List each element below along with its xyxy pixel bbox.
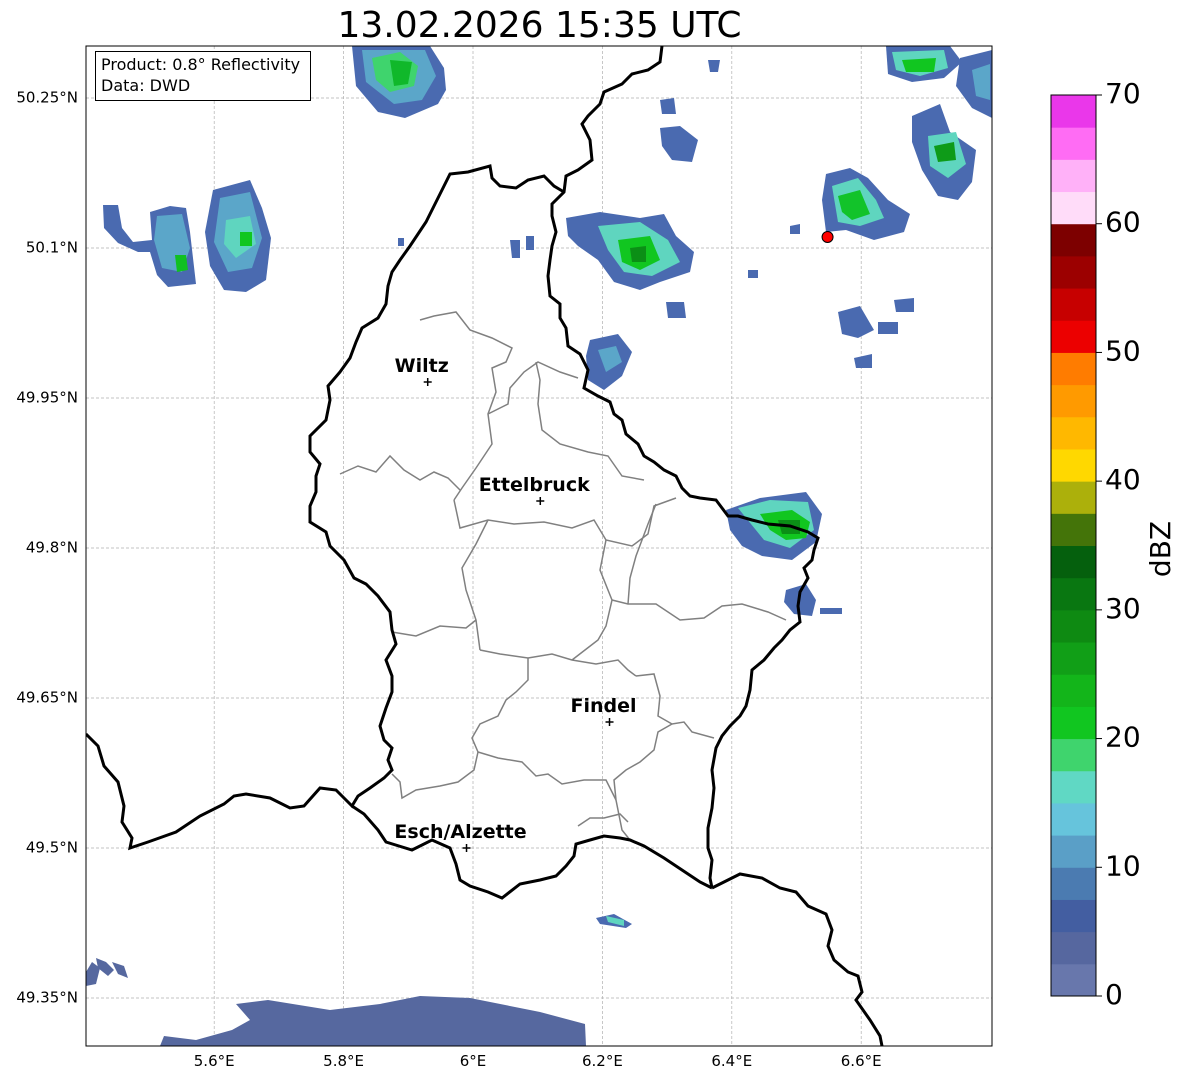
lon-tick-label: 6°E [460, 1052, 487, 1070]
colorbar [1050, 94, 1097, 997]
colorbar-segment [1051, 545, 1096, 579]
lat-tick-label: 49.5°N [26, 839, 78, 857]
city-label: Wiltz [395, 355, 449, 377]
radar-site-marker [821, 231, 834, 243]
colorbar-label: dBZ [1144, 521, 1177, 577]
colorbar-segment [1051, 255, 1096, 289]
colorbar-segment [1051, 223, 1096, 257]
colorbar-segment [1051, 384, 1096, 418]
colorbar-segment [1051, 577, 1096, 611]
colorbar-tick-label: 30 [1105, 592, 1141, 625]
colorbar-segment [1051, 481, 1096, 514]
colorbar-segment [1051, 770, 1096, 804]
colorbar-segment [1051, 738, 1096, 772]
colorbar-segment [1051, 352, 1096, 386]
city-label: Ettelbruck [479, 474, 590, 496]
lon-tick-label: 5.6°E [194, 1052, 235, 1070]
data-source-text: Data: DWD [101, 76, 191, 95]
longitude-ticks: 5.6°E 5.8°E 6°E 6.2°E 6.4°E 6.6°E [194, 1052, 882, 1070]
colorbar-tick-label: 50 [1105, 334, 1141, 367]
lon-tick-label: 6.4°E [711, 1052, 752, 1070]
lat-tick-label: 49.95°N [16, 389, 78, 407]
colorbar-segment [1051, 416, 1096, 450]
colorbar-segment [1051, 706, 1096, 740]
lat-tick-label: 49.65°N [16, 689, 78, 707]
colorbar-tick-label: 60 [1105, 206, 1141, 239]
colorbar-segment [1051, 320, 1096, 353]
colorbar-segment [1051, 802, 1096, 836]
colorbar-segment [1051, 899, 1096, 933]
lon-tick-label: 6.2°E [582, 1052, 623, 1070]
lat-tick-label: 50.25°N [16, 89, 78, 107]
colorbar-segment [1051, 867, 1096, 900]
colorbar-segment [1051, 642, 1096, 675]
product-text: Product: 0.8° Reflectivity [101, 55, 301, 74]
colorbar-segment [1051, 159, 1096, 193]
colorbar-segment [1051, 288, 1096, 321]
city-label: Esch/Alzette [394, 821, 526, 843]
latitude-ticks: 50.25°N 50.1°N 49.95°N 49.8°N 49.65°N 49.5°N 4… [16, 89, 78, 1007]
colorbar-segment [1051, 609, 1096, 643]
colorbar-tick-label: 0 [1105, 978, 1123, 1011]
colorbar-segment [1051, 835, 1096, 868]
lon-tick-label: 5.8°E [323, 1052, 364, 1070]
colorbar-segment [1051, 513, 1096, 546]
colorbar-segment [1051, 448, 1096, 482]
lat-tick-label: 49.8°N [26, 539, 78, 557]
colorbar-tick-label: 40 [1105, 463, 1141, 496]
colorbar-segment [1051, 95, 1096, 128]
city-label: Findel [571, 695, 637, 717]
colorbar-segment [1051, 191, 1096, 225]
colorbar-segment [1051, 127, 1096, 160]
colorbar-tick-label: 10 [1105, 849, 1141, 882]
radar-site-dot [821, 231, 834, 243]
lat-tick-label: 50.1°N [26, 239, 78, 257]
radar-map-figure: Wiltz Ettelbruck Findel Esch/Alzette 50.25°… [16, 45, 1177, 1070]
lat-tick-label: 49.35°N [16, 989, 78, 1007]
colorbar-ticks: 0 10 20 30 40 50 60 70 [1096, 77, 1141, 1011]
colorbar-segment [1051, 963, 1096, 997]
lon-tick-label: 6.6°E [841, 1052, 882, 1070]
colorbar-tick-label: 20 [1105, 721, 1141, 754]
colorbar-segment [1051, 931, 1096, 965]
colorbar-segment [1051, 674, 1096, 707]
info-box: Product: 0.8° Reflectivity Data: DWD [95, 51, 311, 101]
colorbar-tick-label: 70 [1105, 77, 1141, 110]
